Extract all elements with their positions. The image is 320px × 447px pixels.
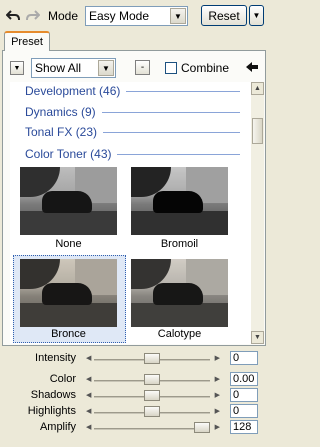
color-slider[interactable]: ◀ ▶ bbox=[82, 374, 222, 387]
show-filter-value: Show All bbox=[35, 61, 82, 75]
category-color-toner[interactable]: Color Toner (43) bbox=[25, 147, 240, 161]
preset-label-bronce: Bronce bbox=[51, 328, 86, 340]
mode-select[interactable]: Easy Mode ▼ bbox=[85, 6, 188, 26]
reset-button[interactable]: Reset bbox=[201, 5, 247, 26]
slider-thumb[interactable] bbox=[144, 390, 160, 401]
slider-right-arrow-icon[interactable]: ▶ bbox=[215, 354, 220, 362]
category-development[interactable]: Development (46) bbox=[25, 84, 240, 98]
intensity-value-input[interactable]: 0 bbox=[230, 351, 258, 365]
show-filter-select[interactable]: Show All ▼ bbox=[31, 58, 116, 78]
slider-left-arrow-icon[interactable]: ◀ bbox=[86, 423, 91, 431]
highlights-label: Highlights bbox=[27, 405, 76, 417]
preset-label-bromoil: Bromoil bbox=[160, 238, 199, 250]
minus-icon: - bbox=[140, 62, 145, 73]
slider-thumb[interactable] bbox=[144, 406, 160, 417]
preset-thumbnail-bronce[interactable] bbox=[20, 259, 117, 327]
arrow-left-icon[interactable] bbox=[245, 60, 259, 74]
redo-icon[interactable] bbox=[25, 8, 41, 24]
amplify-label: Amplify bbox=[39, 421, 76, 433]
slider-thumb[interactable] bbox=[194, 422, 210, 433]
color-label: Color bbox=[49, 373, 76, 385]
combine-checkbox[interactable] bbox=[165, 62, 177, 74]
shadows-slider[interactable]: ◀ ▶ bbox=[82, 390, 222, 403]
highlights-value-input[interactable]: 0 bbox=[230, 404, 258, 418]
combine-label: Combine bbox=[181, 61, 230, 75]
intensity-label: Intensity bbox=[35, 352, 76, 364]
slider-thumb[interactable] bbox=[144, 353, 160, 364]
chevron-down-icon: ▼ bbox=[98, 60, 114, 76]
amplify-value-input[interactable]: 128 bbox=[230, 420, 258, 434]
chevron-down-icon: ▼ bbox=[13, 64, 21, 72]
intensity-slider[interactable]: ◀ ▶ bbox=[82, 353, 222, 366]
shadows-value-input[interactable]: 0 bbox=[230, 388, 258, 402]
reset-menu-button[interactable]: ▼ bbox=[249, 5, 264, 26]
slider-left-arrow-icon[interactable]: ◀ bbox=[86, 375, 91, 383]
category-dynamics[interactable]: Dynamics (9) bbox=[25, 105, 240, 119]
preset-label-none: None bbox=[55, 238, 82, 250]
preset-thumbnail-bromoil[interactable] bbox=[131, 167, 228, 235]
chevron-down-icon: ▼ bbox=[170, 8, 186, 24]
minus-button[interactable]: - bbox=[135, 60, 150, 75]
slider-right-arrow-icon[interactable]: ▶ bbox=[215, 407, 220, 415]
preset-thumbnail-calotype[interactable] bbox=[131, 259, 228, 327]
tab-preset-label: Preset bbox=[11, 36, 43, 48]
mode-label: Mode bbox=[48, 9, 79, 23]
slider-rail bbox=[94, 428, 210, 430]
shadows-label: Shadows bbox=[30, 389, 76, 401]
highlights-slider[interactable]: ◀ ▶ bbox=[82, 406, 222, 419]
undo-icon[interactable] bbox=[5, 8, 21, 24]
slider-left-arrow-icon[interactable]: ◀ bbox=[86, 354, 91, 362]
preset-label-calotype: Calotype bbox=[157, 328, 202, 340]
color-value-input[interactable]: 0.00 bbox=[230, 372, 258, 386]
chevron-down-icon: ▼ bbox=[252, 11, 261, 20]
preset-thumbnail-none[interactable] bbox=[20, 167, 117, 235]
scroll-down-icon[interactable]: ▼ bbox=[251, 331, 264, 344]
scrollbar-thumb[interactable] bbox=[252, 118, 263, 144]
preset-list-scrollbar[interactable]: ▲ ▼ bbox=[251, 82, 264, 344]
panel-menu-button[interactable]: ▼ bbox=[10, 61, 24, 75]
amplify-slider[interactable]: ◀ ▶ bbox=[82, 422, 222, 435]
slider-left-arrow-icon[interactable]: ◀ bbox=[86, 407, 91, 415]
tab-preset[interactable]: Preset bbox=[4, 31, 50, 51]
preset-list: Development (46) Dynamics (9) Tonal FX (… bbox=[10, 82, 264, 344]
slider-right-arrow-icon[interactable]: ▶ bbox=[215, 423, 220, 431]
scroll-up-icon[interactable]: ▲ bbox=[251, 82, 264, 95]
slider-right-arrow-icon[interactable]: ▶ bbox=[215, 391, 220, 399]
slider-thumb[interactable] bbox=[144, 374, 160, 385]
slider-right-arrow-icon[interactable]: ▶ bbox=[215, 375, 220, 383]
mode-select-value: Easy Mode bbox=[89, 9, 150, 23]
category-tonal-fx[interactable]: Tonal FX (23) bbox=[25, 125, 240, 139]
slider-left-arrow-icon[interactable]: ◀ bbox=[86, 391, 91, 399]
reset-button-label: Reset bbox=[208, 8, 240, 23]
